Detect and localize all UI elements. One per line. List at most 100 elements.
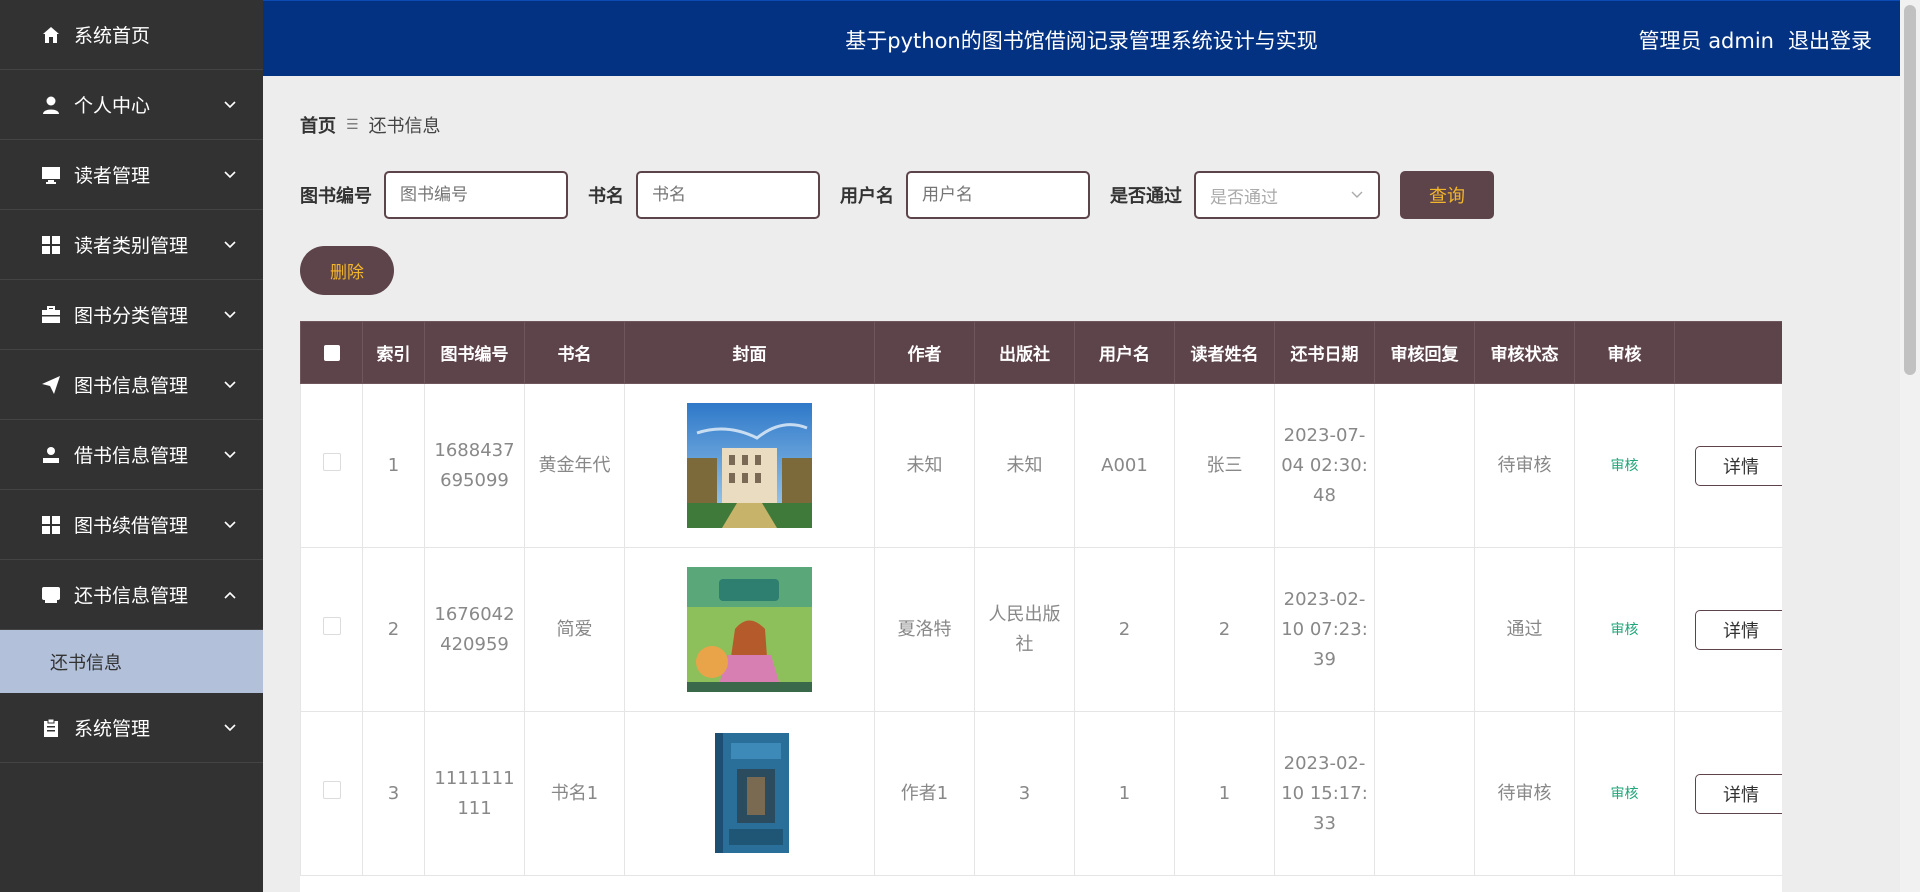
table-row: 3 1111111111 书名1 作者1 3 1 1 2023-02-10 15…	[300, 711, 1782, 876]
grid-icon	[40, 514, 62, 536]
book-no-label: 图书编号	[300, 186, 372, 207]
vertical-scrollbar[interactable]	[1900, 0, 1920, 892]
cell-actions: 详情	[1674, 383, 1782, 548]
chevron-down-icon	[224, 100, 236, 108]
cell-username: 1	[1074, 711, 1175, 876]
breadcrumb-home[interactable]: 首页	[300, 112, 336, 138]
monitor-icon	[40, 164, 62, 186]
sidebar-item-label: 个人中心	[74, 95, 151, 117]
sidebar-item-home[interactable]: 系统首页	[0, 0, 263, 70]
detail-button[interactable]: 详情	[1695, 773, 1782, 814]
top-header: 基于python的图书馆借阅记录管理系统设计与实现 管理员 admin 退出登录	[263, 0, 1900, 76]
user-label: 管理员 admin	[1638, 29, 1774, 53]
detail-button[interactable]: 详情	[1695, 609, 1782, 650]
cell-author: 夏洛特	[874, 547, 975, 712]
column-header: 读者姓名	[1174, 321, 1275, 384]
sidebar: 系统首页 个人中心 读者管理 读者类别管理 图书分类管理 图书信息管理 借书信息…	[0, 0, 263, 892]
cell-audit: 审核	[1574, 383, 1675, 548]
sidebar-item-book-info[interactable]: 图书信息管理	[0, 350, 263, 420]
row-checkbox[interactable]	[300, 711, 363, 876]
filter-bar: 图书编号 书名 用户名 是否通过 是否通过 查询	[300, 171, 1494, 219]
select-all-checkbox[interactable]	[300, 321, 363, 384]
breadcrumb-current: 还书信息	[368, 116, 441, 137]
cell-reader: 1	[1174, 711, 1275, 876]
sidebar-item-label: 读者管理	[74, 165, 151, 187]
chevron-down-icon	[224, 520, 236, 528]
chevron-up-icon	[224, 591, 236, 599]
cell-return-date: 2023-02-10 07:23:39	[1274, 547, 1375, 712]
cover-image-building[interactable]	[687, 403, 812, 528]
sidebar-item-label: 还书信息管理	[74, 585, 189, 607]
passed-label: 是否通过	[1110, 186, 1182, 207]
cell-author: 作者1	[874, 711, 975, 876]
sidebar-item-system-management[interactable]: 系统管理	[0, 693, 263, 763]
cell-reader: 张三	[1174, 383, 1275, 548]
delete-button[interactable]: 删除	[300, 246, 394, 295]
cell-cover	[624, 711, 875, 876]
cell-actions: 详情	[1674, 547, 1782, 712]
column-header: 书名	[524, 321, 625, 384]
scrollbar-thumb[interactable]	[1904, 5, 1916, 375]
column-header: 用户名	[1074, 321, 1175, 384]
audit-link[interactable]: 审核	[1611, 458, 1639, 474]
send-icon	[40, 374, 62, 396]
book-no-input[interactable]	[384, 171, 568, 219]
column-header: 图书编号	[424, 321, 525, 384]
main-content: 首页 ☰ 还书信息 图书编号 书名 用户名 是否通过 是否通过 查询 删除	[263, 76, 1900, 892]
cell-return-date: 2023-07-04 02:30:48	[1274, 383, 1375, 548]
sidebar-item-reader-management[interactable]: 读者管理	[0, 140, 263, 210]
chevron-down-icon	[224, 310, 236, 318]
column-header: 索引	[362, 321, 425, 384]
sidebar-item-book-category[interactable]: 图书分类管理	[0, 280, 263, 350]
cover-image-jane-eyre[interactable]	[687, 567, 812, 692]
book-name-input[interactable]	[636, 171, 820, 219]
cell-publisher: 未知	[974, 383, 1075, 548]
audit-link[interactable]: 审核	[1611, 786, 1639, 802]
sidebar-item-personal-center[interactable]: 个人中心	[0, 70, 263, 140]
sidebar-item-label: 图书信息管理	[74, 375, 189, 397]
chevron-down-icon	[224, 450, 236, 458]
column-header: 出版社	[974, 321, 1075, 384]
logout-link[interactable]: 退出登录	[1788, 25, 1872, 55]
sidebar-item-label: 系统管理	[74, 718, 151, 740]
cell-actions: 详情	[1674, 711, 1782, 876]
briefcase-icon	[40, 304, 62, 326]
column-header: 审核回复	[1374, 321, 1475, 384]
username-input[interactable]	[906, 171, 1090, 219]
cell-audit: 审核	[1574, 547, 1675, 712]
sidebar-item-label: 借书信息管理	[74, 445, 189, 467]
chevron-down-icon	[224, 380, 236, 388]
cell-book-no: 1676042420959	[424, 547, 525, 712]
breadcrumb: 首页 ☰ 还书信息	[300, 112, 441, 138]
table-row: 1 1688437695099 黄金年代 未知 未知 A001 张三 2023-…	[300, 383, 1782, 548]
chevron-down-icon	[224, 170, 236, 178]
sidebar-subitem-label: 还书信息	[50, 652, 122, 674]
cell-book-name: 简爱	[524, 547, 625, 712]
sidebar-item-reader-category[interactable]: 读者类别管理	[0, 210, 263, 280]
cell-book-name: 书名1	[524, 711, 625, 876]
passed-select[interactable]: 是否通过	[1194, 171, 1380, 219]
cell-publisher: 人民出版社	[974, 547, 1075, 712]
breadcrumb-separator-icon: ☰	[346, 117, 359, 133]
column-header: 审核	[1574, 321, 1675, 384]
sidebar-item-label: 系统首页	[74, 25, 151, 47]
row-checkbox[interactable]	[300, 383, 363, 548]
column-header: 封面	[624, 321, 875, 384]
sidebar-subitem-return-info[interactable]: 还书信息	[0, 630, 263, 693]
sidebar-item-borrow-info[interactable]: 借书信息管理	[0, 420, 263, 490]
cover-image-lamp-book[interactable]	[687, 731, 812, 856]
query-button[interactable]: 查询	[1400, 171, 1494, 219]
person-icon	[40, 444, 62, 466]
detail-button[interactable]: 详情	[1695, 445, 1782, 486]
cell-username: A001	[1074, 383, 1175, 548]
cell-author: 未知	[874, 383, 975, 548]
audit-link[interactable]: 审核	[1611, 622, 1639, 638]
row-checkbox[interactable]	[300, 547, 363, 712]
cell-index: 3	[362, 711, 425, 876]
user-icon	[40, 94, 62, 116]
sidebar-item-return-info[interactable]: 还书信息管理	[0, 560, 263, 630]
cell-index: 2	[362, 547, 425, 712]
sidebar-item-label: 图书分类管理	[74, 305, 189, 327]
sidebar-item-book-renewal[interactable]: 图书续借管理	[0, 490, 263, 560]
cell-status: 待审核	[1474, 383, 1575, 548]
